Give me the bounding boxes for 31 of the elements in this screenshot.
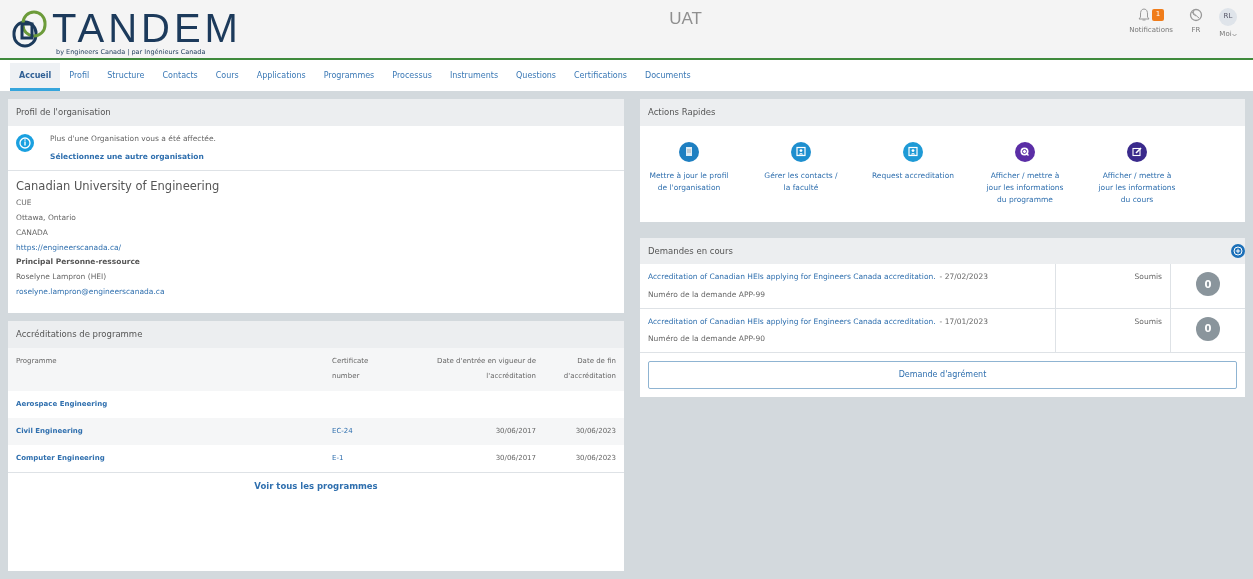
nav-tab[interactable]: Cours xyxy=(206,62,248,91)
panel-title: Actions Rapides xyxy=(640,99,1245,127)
environment-label: UAT xyxy=(669,8,702,30)
nav-tab[interactable]: Instruments xyxy=(440,62,508,91)
nav-tab[interactable]: Processus xyxy=(383,62,441,91)
info-icon xyxy=(16,134,34,153)
panel-title: Accréditations de programme xyxy=(8,320,624,348)
request-approval-button[interactable]: Demande d'agrément xyxy=(648,361,1237,390)
nav-tab[interactable]: Profil xyxy=(60,62,99,91)
magnifier-icon[interactable] xyxy=(1015,142,1035,163)
caret-icon xyxy=(1231,32,1237,37)
nav-tab[interactable]: Questions xyxy=(507,62,565,91)
view-all-programs-link[interactable]: Voir tous les programmes xyxy=(254,480,378,491)
nav-tab[interactable]: Certifications xyxy=(565,62,636,91)
nav-tab[interactable]: Documents xyxy=(636,62,700,91)
nav-tab[interactable]: Applications xyxy=(247,62,315,91)
document-icon[interactable] xyxy=(679,142,699,163)
bell-icon[interactable] xyxy=(1137,8,1150,22)
logo-wordmark: TANDEM xyxy=(52,8,242,48)
contact-card-icon[interactable] xyxy=(903,142,923,163)
nav-tab[interactable]: Contacts xyxy=(153,62,207,91)
count-badge: 0 xyxy=(1196,272,1220,297)
nav-tab[interactable]: Accueil xyxy=(10,62,61,91)
count-badge: 0 xyxy=(1196,316,1220,341)
panel-title: Demandes en cours xyxy=(648,245,733,257)
panel-title: Profil de l'organisation xyxy=(8,99,624,127)
nav-tab[interactable]: Programmes xyxy=(314,62,384,91)
contact-card-icon[interactable] xyxy=(791,142,811,163)
organization-name: Canadian University of Engineering xyxy=(16,178,220,194)
nav-tab[interactable]: Structure xyxy=(98,62,154,91)
edit-icon[interactable] xyxy=(1127,142,1147,163)
